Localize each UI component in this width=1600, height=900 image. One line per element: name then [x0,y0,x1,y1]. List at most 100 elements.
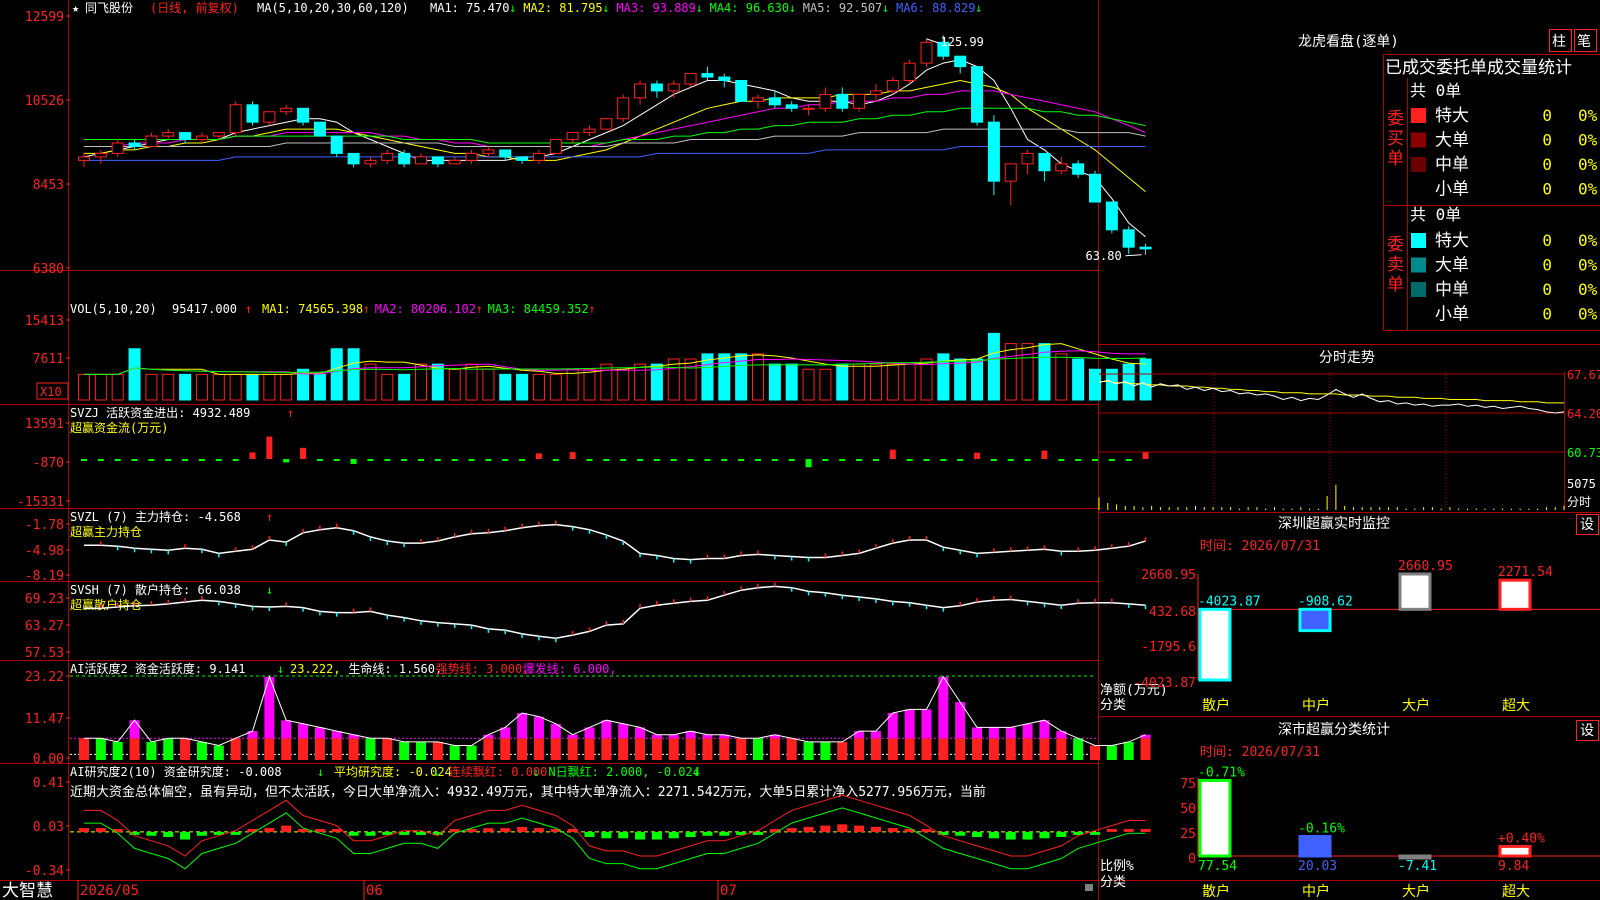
candle-body [1122,229,1135,248]
activity-bar-burst [904,709,915,739]
activity-bar-base [500,738,511,760]
candle-body [634,83,647,99]
research-bar [281,825,292,832]
stock-name[interactable]: 同飞股份 [85,1,133,15]
activity-bar-burst [988,727,999,739]
sz-monitor-chart: 2660.95 432.68 -1795.6 -4023.87 -4023.87 散户 -9… [1133,559,1600,714]
candle-body [128,142,141,147]
lhb-row-count: 0 [1542,231,1552,250]
volume-bar [718,353,731,401]
period-mode[interactable]: (日线, 前复权) [150,0,239,15]
research-bar [264,828,275,832]
candle-body [1072,163,1085,175]
candle-body [212,132,225,137]
volume-bar [903,363,916,401]
volume-bar [162,373,175,401]
sz_stats-y-tick: 50 [1180,802,1196,817]
svzl-header: SVZL (7) 主力持仓: -4.568 ↑ 超赢主力持仓 [70,509,273,539]
candle [347,152,360,168]
candle [94,149,107,164]
activity-bar-base [988,738,999,760]
app-name[interactable]: 大智慧 [2,881,53,900]
activity-bar-base [567,738,578,760]
research-bar [163,831,174,837]
svzj-bar [637,459,644,461]
svzj-bar [738,459,745,461]
activity-bar-burst [618,723,629,739]
candle-body [532,152,545,161]
lhb-row-count: 0 [1542,305,1552,324]
lhb-row-pct: 0% [1578,231,1598,250]
candle [1038,152,1051,182]
axis-tick-label: 10526 [25,94,64,109]
activity-bar-base [584,738,595,760]
candle [701,66,714,81]
lhb-row-swatch [1411,181,1426,197]
candle [499,149,512,161]
favorite-star-icon[interactable]: ★ [72,1,79,15]
sz_stats-value-label: 20.03 [1298,859,1337,874]
svzl-subtitle: 超赢主力持仓 [70,524,142,539]
research-bar [416,831,426,835]
stock-analysis-screen: ★ 同飞股份 (日线, 前复权) MA(5,10,20,30,60,120) M… [0,0,1600,900]
sz_stats-category: 大户 [1402,883,1430,900]
volume-bar [886,363,899,401]
research-bar [348,831,359,836]
volume-bar [869,363,882,401]
candle [280,104,293,116]
sz_monitor-value-label: 2271.54 [1498,565,1553,580]
lhb-row-pct: 0% [1578,280,1598,299]
ma-legend-arrow: ↓ [789,1,796,15]
activity-bar-burst [1022,723,1033,739]
candle [802,104,815,116]
svzj-bar [148,459,155,461]
activity-bar-burst [601,720,612,739]
activity-bar-base [314,738,325,760]
volume-bar [145,373,158,401]
sz-monitor-cat-label: 分类 [1100,698,1126,713]
svzj-bar [1125,459,1132,461]
sz-stats-chart: 75 50 25 0 77.54 -0.71% 散户 20.03 -0.16% 中户 -7.41 大户… [1180,765,1600,900]
volume-ma-label: MA1: 74565.398 [262,302,363,316]
volume-bar [667,358,680,401]
axis-tick-label: 69.23 [25,592,64,607]
volume-ma-line [84,350,1146,375]
lock-icon[interactable] [1085,884,1093,891]
candle [819,87,832,112]
activity-bar-burst [972,727,983,739]
sell-side-label: 卖 [1387,255,1404,275]
candle [482,146,495,157]
candle-body [111,142,124,154]
sell-total: 共 0单 [1410,205,1461,224]
ai-research-legend-arrow: ↓ [433,765,440,779]
axis-tick-label: 8453 [33,178,64,193]
activity-bar-base [618,738,629,760]
sz-monitor-panel: 深圳超赢实时监控 设 时间: 2026/07/31 净额(万元) 分类 2660… [1100,514,1600,714]
axis-tick-label: 63.27 [25,619,64,634]
candle [195,132,208,143]
sz_stats-bar [1398,854,1432,860]
candle [566,132,579,143]
volume-bar [229,373,242,401]
candle-body [566,132,579,141]
volume-bar [246,373,259,401]
activity-bar-base [887,738,898,760]
candle-body [330,135,343,154]
sz_stats-bar-group: -7.41 大户 [1398,854,1437,900]
research-bar [988,831,999,839]
svzl-y-axis: -1.78 -4.98 -8.19 [25,518,70,584]
lhb-title: 龙虎看盘(逐单) [1298,33,1399,50]
ai-activity-legend-label: 23.222, [290,662,341,676]
candle [1089,170,1101,203]
lhb-row: 大单 0 0% [1411,131,1598,151]
svzj-title: SVZJ 活跃资金进出: 4932.489 [70,405,250,420]
volume-bar [1089,368,1101,401]
candle [448,156,461,165]
candle-body [482,149,495,154]
svzj-bar [805,459,812,468]
activity-bar-burst [298,723,309,739]
volume-bar [499,373,512,401]
lhb-row-pct: 0% [1578,256,1598,275]
volume-bar [330,348,343,401]
intraday-title[interactable]: 分时走势 [1319,350,1375,366]
